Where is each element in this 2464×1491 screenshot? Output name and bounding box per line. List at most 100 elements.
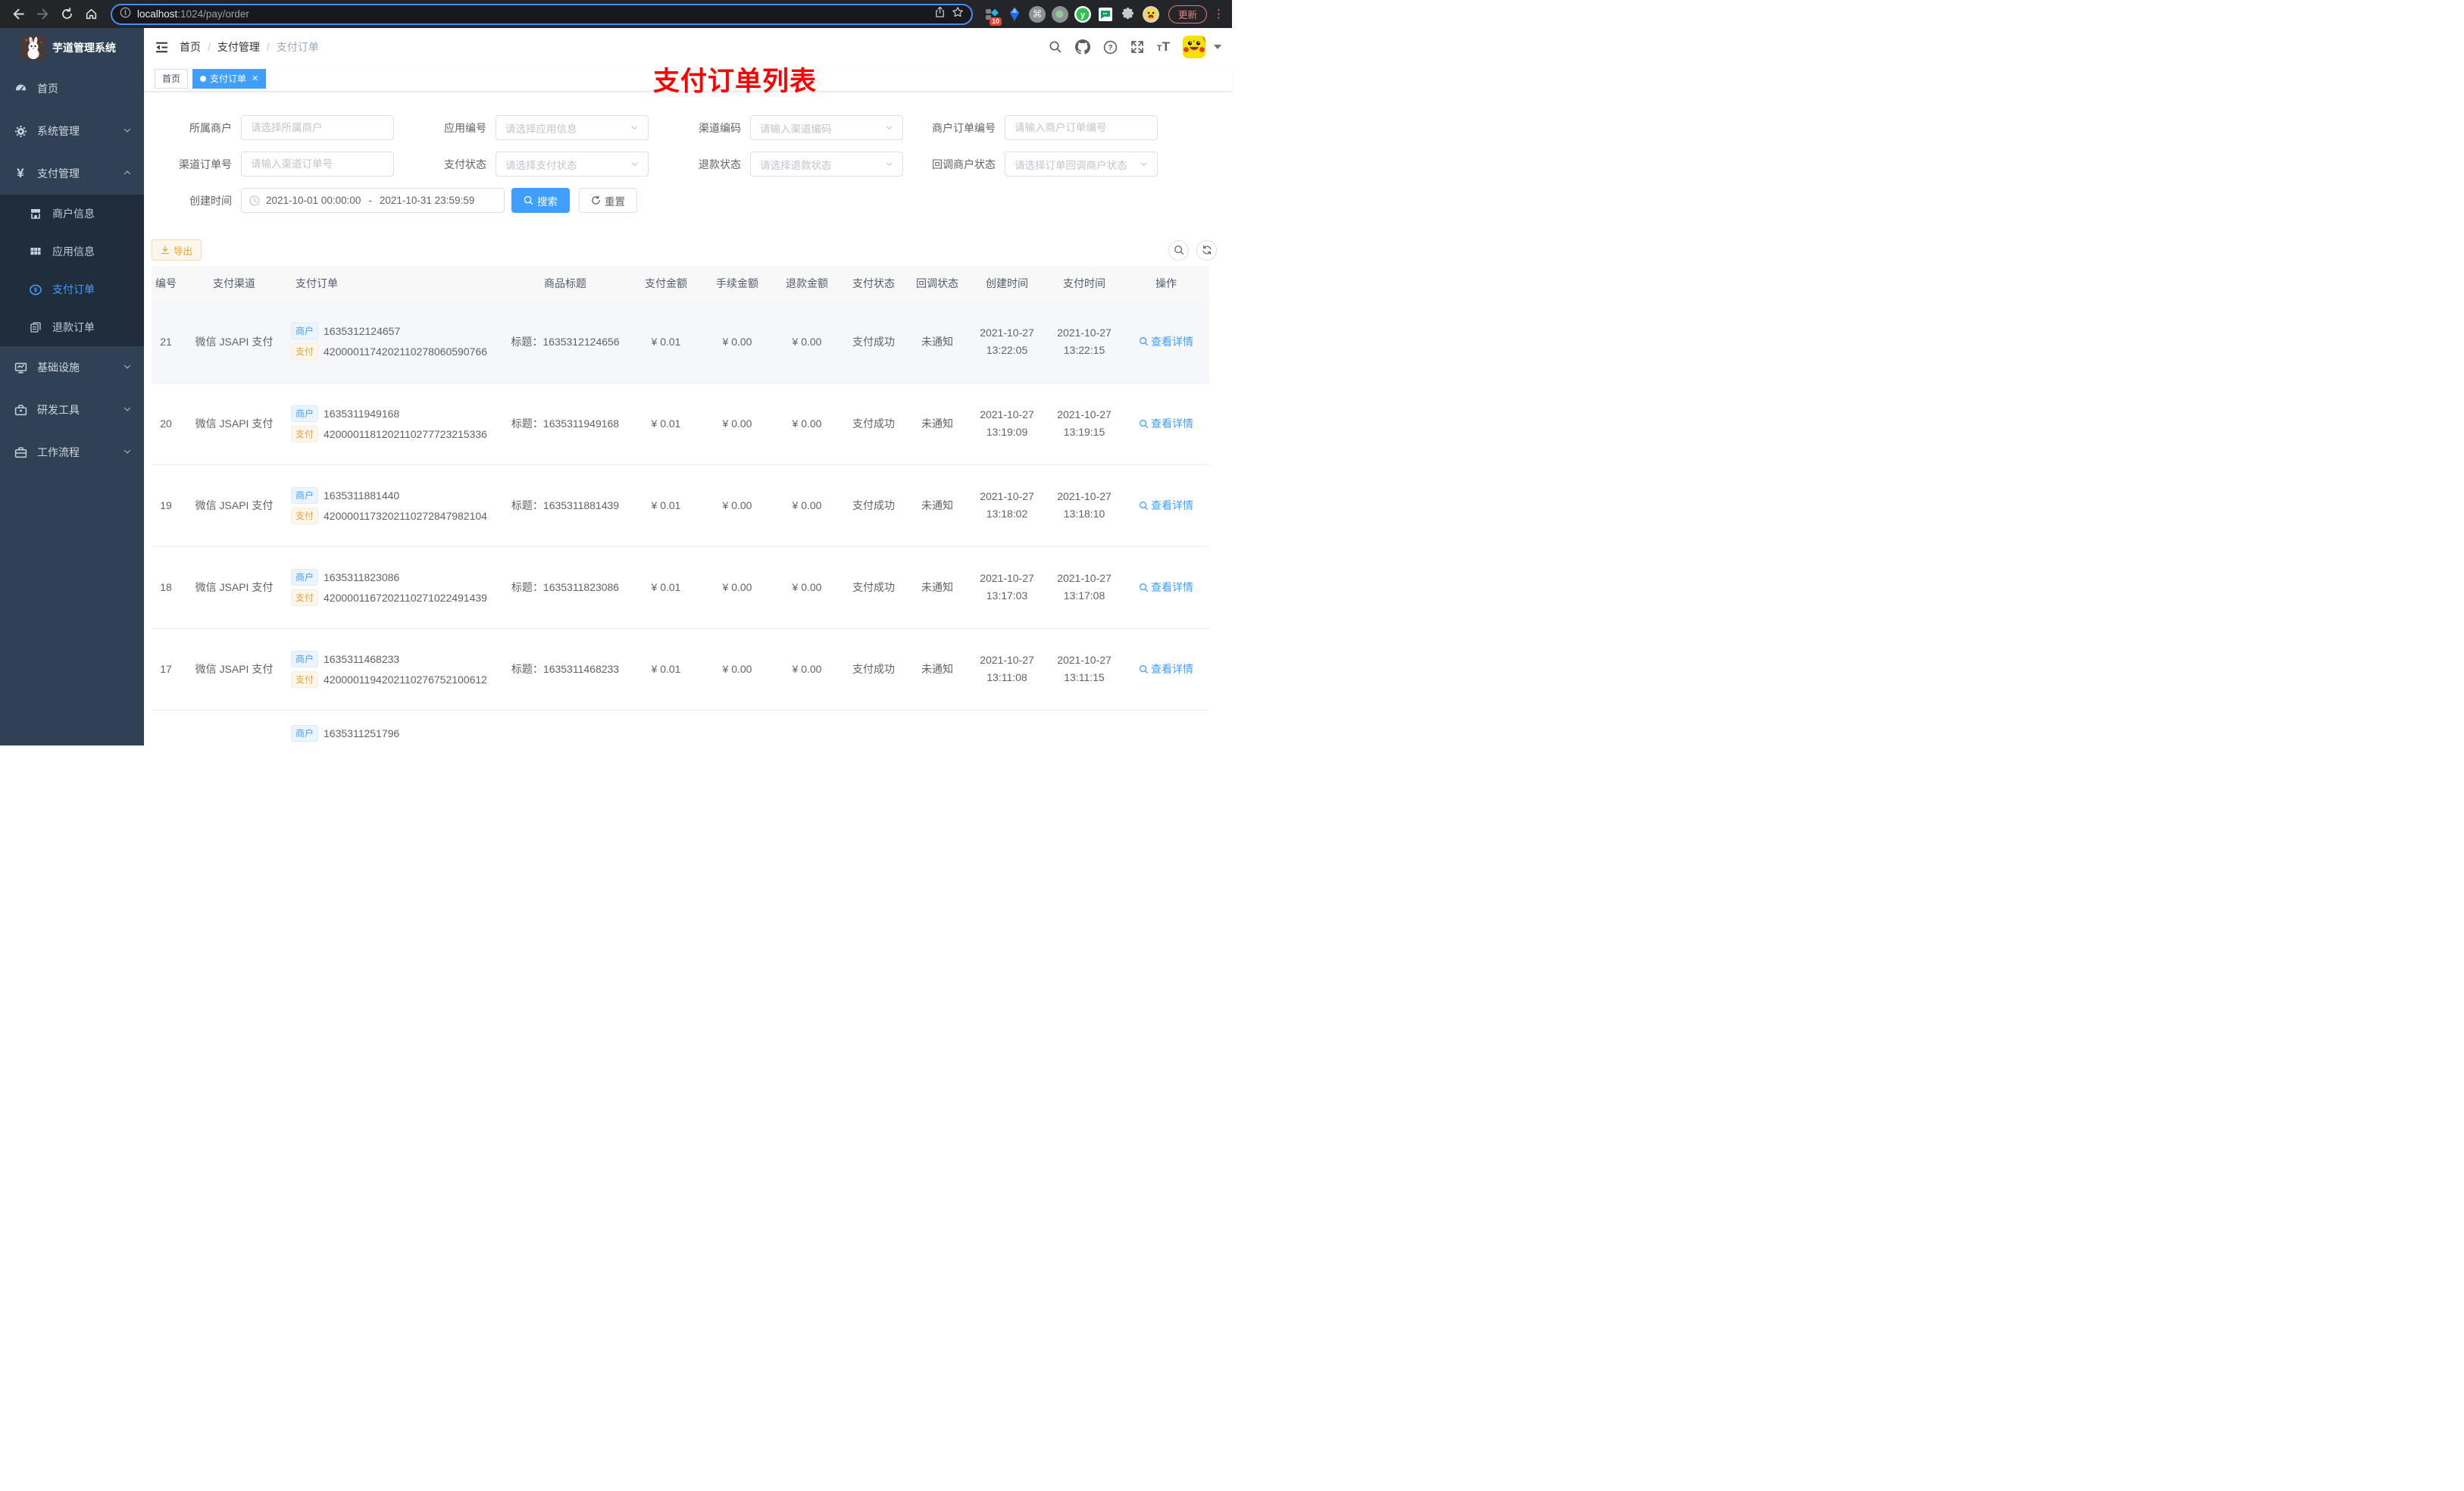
create-time-range[interactable]: 2021-10-01 00:00:00 - 2021-10-31 23:59:5… <box>241 188 505 213</box>
sidebar-item-infrastructure[interactable]: 基础设施 <box>0 346 144 389</box>
pay-status-select[interactable]: 请选择支付状态 <box>496 152 649 177</box>
fullscreen-icon[interactable] <box>1130 40 1144 54</box>
extensions-puzzle-icon[interactable] <box>1118 5 1138 24</box>
reload-icon[interactable] <box>56 4 77 25</box>
pay-status-cell: 支付成功 <box>841 464 906 547</box>
sidebar-item-workflow[interactable]: 工作流程 <box>0 431 144 474</box>
address-bar[interactable]: localhost:1024/pay/order <box>111 3 973 25</box>
merchant-no-tag: 商户 <box>291 486 319 504</box>
order-table: 编号 支付渠道 支付订单 商品标题 支付金额 手续金额 退款金额 支付状态 回调… <box>152 266 1209 746</box>
help-icon[interactable]: ? <box>1103 40 1118 55</box>
view-detail-link[interactable]: 查看详情 <box>1139 334 1193 349</box>
breadcrumb: 首页 / 支付管理 / 支付订单 <box>180 39 319 55</box>
pay-status-cell: 支付成功 <box>841 383 906 465</box>
search-icon <box>1140 419 1148 428</box>
sidebar-fold-icon[interactable] <box>155 40 169 55</box>
font-size-icon[interactable]: TT <box>1157 39 1170 55</box>
avatar-caret-icon[interactable] <box>1214 45 1221 49</box>
site-info-icon[interactable] <box>120 7 131 22</box>
date-start: 2021-10-01 00:00:00 <box>266 195 361 206</box>
github-icon[interactable] <box>1074 39 1090 55</box>
pay-time-cell: 2021-10-27 13:22:15 <box>1046 301 1123 383</box>
chat-extension-icon[interactable] <box>1096 5 1115 24</box>
tag-home[interactable]: 首页 <box>155 68 189 89</box>
chevron-down-icon <box>123 125 132 137</box>
breadcrumb-payment[interactable]: 支付管理 <box>217 39 260 55</box>
sketch-extension-icon[interactable] <box>1005 5 1024 24</box>
back-icon[interactable] <box>8 4 29 25</box>
sidebar-item-home[interactable]: 首页 <box>0 67 144 110</box>
sidebar-item-refund-order[interactable]: 退款订单 <box>0 308 144 346</box>
pay-channel-cell: 微信 JSAPI 支付 <box>180 628 288 711</box>
export-button[interactable]: 导出 <box>152 239 202 261</box>
view-detail-link[interactable]: 查看详情 <box>1139 416 1193 431</box>
refund-amount-cell: ¥ 0.00 <box>773 383 841 465</box>
refund-status-select[interactable]: 请选择退款状态 <box>750 152 903 177</box>
share-icon[interactable] <box>934 6 946 22</box>
breadcrumb-home[interactable]: 首页 <box>180 39 201 55</box>
sidebar-item-system[interactable]: 系统管理 <box>0 110 144 152</box>
page-annotation: 支付订单列表 <box>653 67 818 96</box>
close-icon[interactable]: ✕ <box>252 73 258 83</box>
bookmark-star-icon[interactable] <box>952 6 964 22</box>
merchant-input[interactable] <box>251 122 384 133</box>
order-id-cell: 18 <box>152 546 180 629</box>
search-button[interactable]: 搜索 <box>511 188 570 213</box>
chrome-update-button[interactable]: 更新 <box>1168 5 1207 23</box>
extension-tabs-icon[interactable]: 10 <box>982 5 1002 26</box>
filter-merchant: 所属商户 <box>152 115 394 140</box>
reset-button[interactable]: 重置 <box>579 188 637 213</box>
sidebar-item-app-info[interactable]: 应用信息 <box>0 233 144 270</box>
browser-menu-icon[interactable]: ⋮ <box>1213 8 1224 20</box>
page-content: 所属商户 应用编号 请选择应用信息 渠道编码 请输入渠道编码 商户订单编号 <box>144 92 1232 746</box>
merchant-no: 1635311881440 <box>324 489 400 502</box>
table-header-row: 编号 支付渠道 支付订单 商品标题 支付金额 手续金额 退款金额 支付状态 回调… <box>152 266 1209 301</box>
channel-order-no-input[interactable] <box>251 158 384 170</box>
notify-status-select[interactable]: 请选择订单回调商户状态 <box>1005 152 1158 177</box>
sidebar-item-pay-order[interactable]: ¥ 支付订单 <box>0 270 144 308</box>
forward-icon[interactable] <box>32 4 53 25</box>
pay-time-cell: 2021-10-27 13:11:15 <box>1046 628 1123 711</box>
notify-status-cell: 未通知 <box>906 464 968 547</box>
recorder-extension-icon[interactable] <box>1050 5 1070 24</box>
search-icon <box>1140 664 1148 674</box>
home-icon[interactable] <box>80 4 102 25</box>
command-extension-icon[interactable]: ⌘ <box>1027 5 1047 24</box>
search-icon[interactable] <box>1049 40 1062 54</box>
create-time-cell: 2021-10-27 13:19:09 <box>968 383 1046 465</box>
pay-status-cell: 支付成功 <box>841 546 906 629</box>
fee-amount-cell <box>702 710 773 746</box>
sidebar-item-merchant-info[interactable]: 商户信息 <box>0 195 144 233</box>
app-logo[interactable]: 芋道管理系统 <box>0 28 144 67</box>
pay-amount-cell <box>630 710 702 746</box>
sidebar-item-payment[interactable]: ¥ 支付管理 <box>0 152 144 195</box>
filter-app: 应用编号 请选择应用信息 <box>406 115 649 140</box>
refresh-table-button[interactable] <box>1196 239 1217 261</box>
order-id-cell <box>152 710 180 746</box>
briefcase-icon <box>14 446 27 459</box>
view-detail-link[interactable]: 查看详情 <box>1139 661 1193 677</box>
filter-notify-status: 回调商户状态 请选择订单回调商户状态 <box>915 152 1158 177</box>
filter-form: 所属商户 应用编号 请选择应用信息 渠道编码 请输入渠道编码 商户订单编号 <box>152 115 1224 213</box>
profile-avatar-icon[interactable] <box>1141 5 1161 24</box>
y-extension-icon[interactable]: y <box>1073 5 1093 24</box>
view-detail-link[interactable]: 查看详情 <box>1139 498 1193 513</box>
view-detail-link[interactable]: 查看详情 <box>1139 580 1193 595</box>
user-avatar[interactable] <box>1183 36 1205 58</box>
create-time-cell: 2021-10-27 13:17:03 <box>968 546 1046 629</box>
filter-channel-order-no: 渠道订单号 <box>152 152 394 177</box>
order-id-cell: 20 <box>152 383 180 465</box>
channel-code-select[interactable]: 请输入渠道编码 <box>750 115 903 140</box>
pay-no-tag: 支付 <box>291 343 319 361</box>
pay-amount-cell: ¥ 0.01 <box>630 383 702 465</box>
sidebar-item-dev-tools[interactable]: 研发工具 <box>0 389 144 431</box>
sidebar: 芋道管理系统 首页 系统管理 ¥ 支付管理 商户信息 应用信息 ¥ 支付订单 退… <box>0 28 144 746</box>
tag-pay-order[interactable]: 支付订单 ✕ <box>192 68 267 89</box>
order-id-cell: 19 <box>152 464 180 547</box>
merchant-order-no-input[interactable] <box>1015 122 1148 133</box>
pay-amount-cell: ¥ 0.01 <box>630 628 702 711</box>
chevron-down-icon <box>123 361 132 374</box>
pay-no-tag: 支付 <box>291 670 319 688</box>
app-select[interactable]: 请选择应用信息 <box>496 115 649 140</box>
toggle-search-button[interactable] <box>1168 239 1189 261</box>
